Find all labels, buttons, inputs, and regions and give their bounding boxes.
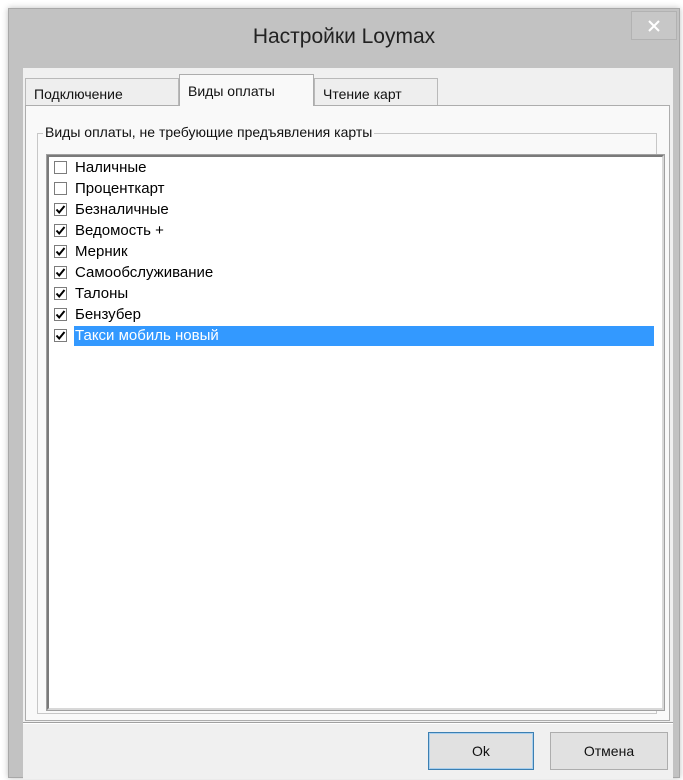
checkbox[interactable]: [54, 308, 67, 321]
list-item[interactable]: Наличные: [54, 158, 654, 178]
window-title: Настройки Loymax: [252, 25, 436, 48]
checkbox[interactable]: [54, 329, 67, 342]
checkbox[interactable]: [54, 203, 67, 216]
checkmark-icon: [55, 289, 66, 299]
list-item-label: Наличные: [75, 159, 147, 176]
close-icon: [648, 20, 660, 32]
list-item-label-area: Бензубер: [74, 305, 654, 325]
settings-dialog: Настройки Loymax Подключение Виды оплаты…: [8, 8, 680, 779]
ok-button[interactable]: Ok: [428, 732, 534, 770]
list-item-label-area: Самообслуживание: [74, 263, 654, 283]
list-item-label: Бензубер: [75, 306, 141, 323]
checkmark-icon: [55, 310, 66, 320]
list-item-label-area: Мерник: [74, 242, 654, 262]
tab-connection[interactable]: Подключение: [25, 78, 179, 106]
list-item-label: Такси мобиль новый: [75, 327, 219, 344]
list-item-label: Ведомость +: [75, 222, 164, 239]
cancel-button[interactable]: Отмена: [550, 732, 668, 770]
list-item[interactable]: Самообслуживание: [54, 263, 654, 283]
checkmark-icon: [55, 268, 66, 278]
list-item-label: Безналичные: [75, 201, 169, 218]
group-legend: Виды оплаты, не требующие предъявления к…: [43, 124, 375, 140]
tab-strip: Подключение Виды оплаты Чтение карт: [23, 68, 673, 110]
checkbox[interactable]: [54, 287, 67, 300]
tab-card-reading[interactable]: Чтение карт: [314, 78, 438, 106]
list-item-label: Талоны: [75, 285, 129, 302]
list-item-label: Мерник: [75, 243, 128, 260]
checkbox[interactable]: [54, 224, 67, 237]
list-item[interactable]: Мерник: [54, 242, 654, 262]
list-item-label-area: Талоны: [74, 284, 654, 304]
checkmark-icon: [55, 205, 66, 215]
list-item-label: Проценткарт: [75, 180, 165, 197]
list-item-selected[interactable]: Такси мобиль новый: [54, 326, 654, 346]
list-item-label-area: Безналичные: [74, 200, 654, 220]
list-item[interactable]: Талоны: [54, 284, 654, 304]
list-item[interactable]: Ведомость +: [54, 221, 654, 241]
checkmark-icon: [55, 226, 66, 236]
close-button[interactable]: [631, 11, 677, 40]
checkbox[interactable]: [54, 245, 67, 258]
list-item[interactable]: Проценткарт: [54, 179, 654, 199]
footer-separator: [23, 722, 673, 724]
list-item-label: Самообслуживание: [75, 264, 214, 281]
list-item-label-area: Проценткарт: [74, 179, 654, 199]
tab-card-reading-label: Чтение карт: [323, 86, 402, 102]
checkbox[interactable]: [54, 266, 67, 279]
list-item[interactable]: Бензубер: [54, 305, 654, 325]
payment-types-list[interactable]: Наличные Проценткарт Безналичные Ведомос…: [46, 154, 665, 711]
checkmark-icon: [55, 331, 66, 341]
title-bar[interactable]: Настройки Loymax: [9, 9, 679, 65]
list-item-label-area: Наличные: [74, 158, 654, 178]
checkmark-icon: [55, 247, 66, 257]
tab-connection-label: Подключение: [34, 86, 123, 102]
dialog-client-area: Подключение Виды оплаты Чтение карт Виды…: [23, 68, 673, 779]
list-item[interactable]: Безналичные: [54, 200, 654, 220]
list-item-label-area: Ведомость +: [74, 221, 654, 241]
list-item-label-area: Такси мобиль новый: [74, 326, 654, 346]
tab-payment-types[interactable]: Виды оплаты: [179, 74, 314, 106]
tab-payment-types-label: Виды оплаты: [188, 83, 275, 99]
checkbox[interactable]: [54, 161, 67, 174]
checkbox[interactable]: [54, 182, 67, 195]
